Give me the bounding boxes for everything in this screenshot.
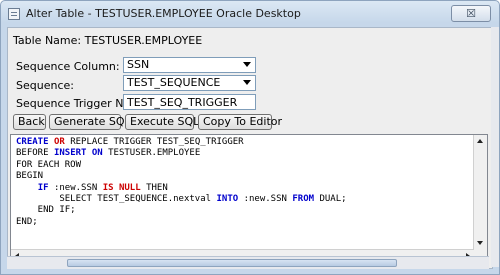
generate-sql-button[interactable]: Generate SQL <box>49 114 131 130</box>
sql-line: BEFORE INSERT ON TESTUSER.EMPLOYEE <box>16 148 347 159</box>
sql-line: IF :new.SSN IS NULL THEN <box>16 183 347 194</box>
sql-line: SELECT TEST_SEQUENCE.nextval INTO :new.S… <box>16 194 347 205</box>
dialog-client-area: Table Name: TESTUSER.EMPLOYEE Sequence C… <box>7 27 493 269</box>
sql-keyword: IF <box>37 182 49 193</box>
arrow-down-icon <box>477 241 483 245</box>
sequence-value: TEST_SEQUENCE <box>127 76 221 89</box>
sql-keyword: CREATE <box>16 137 49 147</box>
back-button[interactable]: Back <box>13 114 46 130</box>
sql-keyword: IS NULL <box>102 182 141 193</box>
sql-keyword: INTO <box>216 194 239 205</box>
copy-to-editor-button[interactable]: Copy To Editor <box>198 114 282 130</box>
close-button[interactable]: ☒ <box>451 5 491 22</box>
sql-keyword: ON <box>91 148 103 159</box>
scroll-down-button[interactable] <box>474 237 487 250</box>
trigger-name-input[interactable] <box>123 94 256 110</box>
sql-text: :new.SSN <box>48 182 103 193</box>
sql-line: CREATE OR REPLACE TRIGGER TEST_SEQ_TRIGG… <box>16 137 347 148</box>
dropdown-arrow-icon <box>243 62 251 67</box>
sql-text: TESTUSER.EMPLOYEE <box>102 148 201 159</box>
sql-text: BEFORE <box>16 148 54 159</box>
window-vertical-scrollbar[interactable] <box>491 27 499 267</box>
sql-line: END; <box>16 216 38 227</box>
sql-code: CREATE OR REPLACE TRIGGER TEST_SEQ_TRIGG… <box>16 137 347 228</box>
window-title: Alter Table - TESTUSER.EMPLOYEE Oracle D… <box>26 7 301 20</box>
app-window-icon <box>8 8 20 20</box>
sequence-column-value: SSN <box>127 58 150 71</box>
sequence-label: Sequence: <box>16 79 74 92</box>
editor-vertical-scrollbar[interactable] <box>473 135 487 250</box>
table-name-label: Table Name: TESTUSER.EMPLOYEE <box>13 34 203 47</box>
dropdown-arrow-icon <box>243 80 251 85</box>
scroll-thumb[interactable] <box>67 259 397 267</box>
sql-text: :new.SSN <box>238 194 293 205</box>
sql-keyword: OR <box>53 137 65 147</box>
sql-keyword: FROM <box>292 194 315 205</box>
sql-line: BEGIN <box>16 171 44 182</box>
window-horizontal-scrollbar[interactable] <box>7 256 489 269</box>
execute-sql-button[interactable]: Execute SQL <box>125 114 199 130</box>
sql-keyword: INSERT <box>53 148 87 159</box>
sequence-dropdown[interactable]: TEST_SEQUENCE <box>123 75 256 91</box>
sql-text: REPLACE TRIGGER TEST_SEQ_TRIGGER <box>64 137 244 147</box>
sql-text: THEN <box>140 182 168 193</box>
sql-text: DUAL; <box>314 194 347 205</box>
sequence-column-label: Sequence Column: <box>16 60 120 73</box>
alter-table-window: Alter Table - TESTUSER.EMPLOYEE Oracle D… <box>0 0 500 275</box>
sequence-column-dropdown[interactable]: SSN <box>123 57 256 73</box>
sql-text: SELECT TEST_SEQUENCE.nextval <box>16 194 217 205</box>
title-bar[interactable]: Alter Table - TESTUSER.EMPLOYEE Oracle D… <box>1 1 499 27</box>
sql-line: END IF; <box>16 205 76 216</box>
sql-line: FOR EACH ROW <box>16 159 82 170</box>
scroll-up-button[interactable] <box>474 135 487 148</box>
arrow-up-icon <box>477 139 483 143</box>
sql-editor[interactable]: CREATE OR REPLACE TRIGGER TEST_SEQ_TRIGG… <box>10 134 488 264</box>
